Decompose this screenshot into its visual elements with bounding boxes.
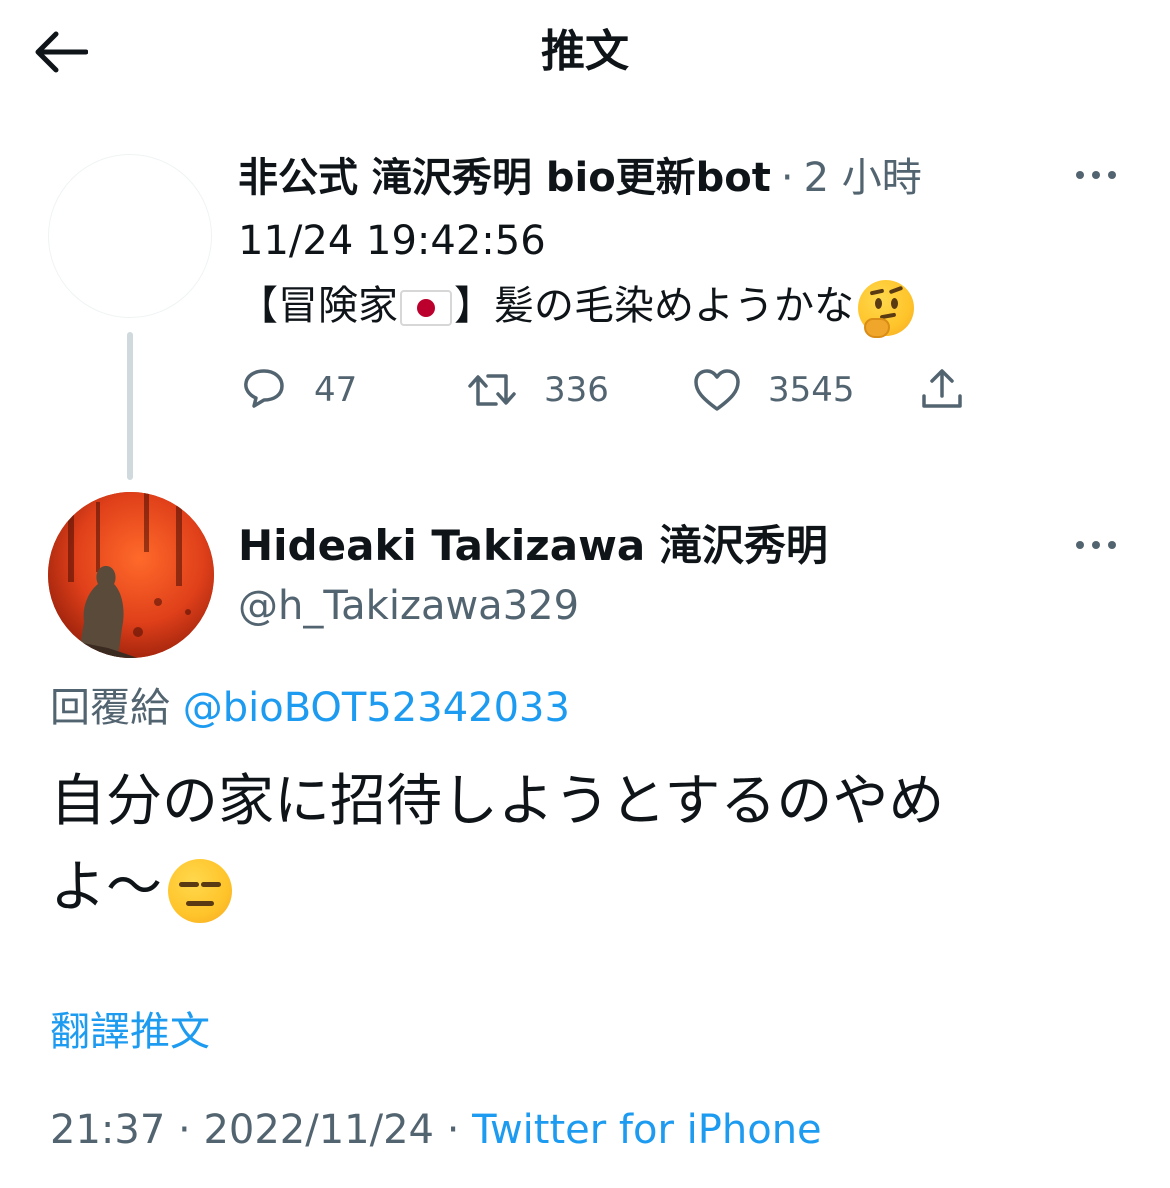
separator-dot: · [178, 1107, 191, 1153]
expressionless-face-icon [168, 858, 232, 923]
tweet-relative-time[interactable]: 2 小時 [804, 150, 922, 206]
more-options-button[interactable] [1066, 525, 1126, 565]
share-button[interactable] [918, 364, 966, 416]
reply-prefix: 回覆給 [50, 685, 170, 731]
replying-to-line: 回覆給 @bioBOT52342033 [50, 678, 570, 738]
tweet-text-segment: よ～ [50, 855, 162, 920]
top-bar: 推文 [0, 0, 1170, 100]
avatar[interactable] [48, 154, 212, 318]
tweet-text-line: 【冒険家 】髪の毛染めようかな [238, 275, 1098, 338]
tweet-text-line: 自分の家に招待しようとするのやめ [50, 769, 945, 834]
tweet-text-line: 11/24 19:42:56 [238, 218, 546, 264]
more-horizontal-icon [1076, 171, 1116, 179]
like-icon [694, 369, 740, 411]
like-count: 3545 [768, 370, 855, 410]
tweet-time: 21:37 [50, 1107, 166, 1153]
avatar[interactable] [48, 492, 214, 658]
author-name[interactable]: 非公式 滝沢秀明 bio更新bot [238, 150, 771, 206]
author-name[interactable]: Hideaki Takizawa 滝沢秀明 [238, 516, 828, 576]
separator-dot: · [780, 155, 794, 201]
retweet-icon [468, 374, 516, 406]
reply-count: 47 [314, 370, 358, 410]
page-title: 推文 [541, 26, 629, 77]
translate-tweet-link[interactable]: 翻譯推文 [50, 1004, 210, 1060]
thread-connector-line [127, 332, 133, 480]
tweet-text-segment: 】髪の毛染めようかな [454, 283, 854, 329]
more-options-button[interactable] [1066, 155, 1126, 195]
retweet-count: 336 [544, 370, 609, 410]
author-handle[interactable]: @h_Takizawa329 [238, 578, 579, 634]
more-horizontal-icon [1076, 541, 1116, 549]
reply-mention-link[interactable]: @bioBOT52342033 [183, 685, 570, 731]
tweet-date: 2022/11/24 [203, 1107, 434, 1153]
japan-flag-icon [400, 290, 452, 326]
avatar-photo-image [48, 492, 214, 658]
retweet-button[interactable]: 336 [466, 364, 609, 416]
thinking-face-icon [858, 280, 914, 338]
reply-button[interactable]: 47 [240, 364, 357, 416]
separator-dot: · [446, 1107, 460, 1153]
tweet-header: 非公式 滝沢秀明 bio更新bot · 2 小時 [238, 150, 922, 206]
tweet-source-link[interactable]: Twitter for iPhone [472, 1107, 822, 1153]
reply-icon [244, 369, 284, 408]
tweet-metadata: 21:37 · 2022/11/24 · Twitter for iPhone [50, 1100, 822, 1160]
tweet-text-segment: 【冒険家 [238, 283, 398, 329]
like-button[interactable]: 3545 [692, 364, 855, 416]
tweet-text-line: よ～ [50, 846, 1130, 930]
share-icon [922, 369, 962, 408]
